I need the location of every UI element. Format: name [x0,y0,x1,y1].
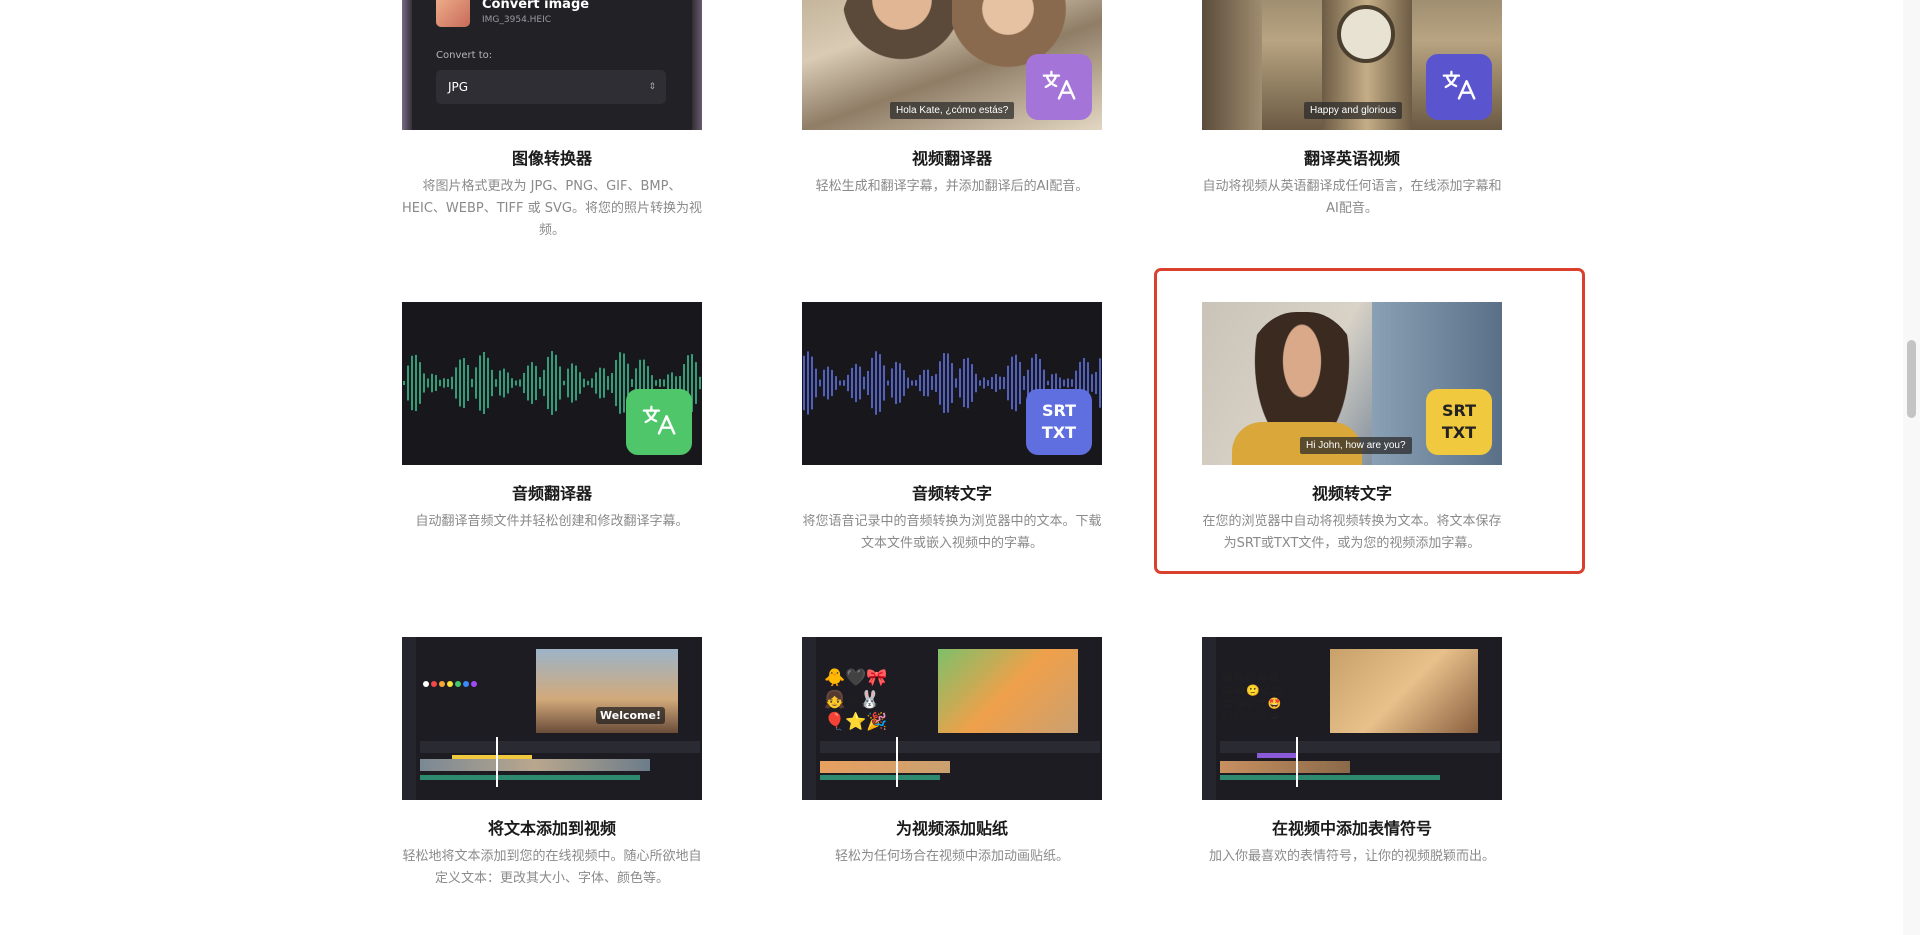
subtitle-caption: Hola Kate, ¿cómo estás? [890,102,1015,119]
card-title: 为视频添加贴纸 [895,819,1008,838]
translate-badge [626,389,692,455]
card-title: 将文本添加到视频 [487,819,616,838]
card-desc: 自动翻译音频文件并轻松创建和修改翻译字幕。 [415,514,689,529]
emoji-grid: 😀😃😄😁😆 😅😂🙂😉😊 😍😘😜😎🤩 😏😒😔😢😭 [1222,671,1283,723]
welcome-overlay: Welcome! [596,707,665,724]
emoji-editor-thumbnail: 😀😃😄😁😆 😅😂🙂😉😊 😍😘😜😎🤩 😏😒😔😢😭 [1202,637,1502,800]
translate-badge [1026,54,1092,120]
mock-filename: IMG_3954.HEIC [482,15,552,25]
badge-txt: TXT [1041,423,1077,442]
cat-preview [938,649,1078,733]
subtitle-caption: Happy and glorious [1304,102,1403,119]
audio-translator-thumbnail [402,302,702,465]
card-video-translator[interactable]: Hola Kate, ¿cómo estás? 视频翻译器 轻松生成和翻译字幕，… [802,0,1102,198]
translate-badge [1426,54,1492,120]
sticker-grid: 🐥🖤🎀 👧✌🐰 🎈⭐🎉 [824,668,888,732]
video-translator-thumbnail: Hola Kate, ¿cómo estás? [802,0,1102,130]
format-select: JPG ⇕ [436,70,666,104]
card-title: 在视频中添加表情符号 [1271,819,1432,838]
card-desc: 轻松地将文本添加到您的在线视频中。随心所欲地自定义文本：更改其大小、字体、颜色等… [402,849,702,886]
card-desc: 加入你最喜欢的表情符号，让你的视频脱颖而出。 [1208,849,1495,864]
card-desc: 自动将视频从英语翻译成任何语言，在线添加字幕和AI配音。 [1202,179,1502,216]
bridge-preview: Welcome! [536,649,678,733]
card-translate-english-video[interactable]: Happy and glorious 翻译英语视频 自动将视频从英语翻译成任何语… [1202,0,1502,220]
audio-to-text-thumbnail: SRT TXT [802,302,1102,465]
translate-icon [1042,70,1076,100]
card-audio-to-text[interactable]: SRT TXT 音频转文字 将您语音记录中的音频转换为浏览器中的文本。下载文本文… [802,302,1102,555]
scrollbar-thumb[interactable] [1907,340,1916,418]
card-desc: 轻松为任何场合在视频中添加动画贴纸。 [834,849,1069,864]
timeline-ruler [420,741,700,753]
card-add-emoji[interactable]: 😀😃😄😁😆 😅😂🙂😉😊 😍😘😜😎🤩 😏😒😔😢😭 在视频中添加表情符号 加入你最喜欢的表… [1202,637,1502,868]
clock-face [1337,5,1395,63]
scrollbar-track[interactable] [1903,0,1920,935]
color-palette [422,673,522,733]
photo-icon [436,0,470,27]
mock-heading: Convert image [482,0,590,12]
select-chevron-icon: ⇕ [648,82,656,92]
card-desc: 将您语音记录中的音频转换为浏览器中的文本。下载文本文件或嵌入视频中的字幕。 [802,514,1102,551]
card-title: 图像转换器 [511,149,592,168]
card-desc: 轻松生成和翻译字幕，并添加翻译后的AI配音。 [815,179,1089,194]
translate-icon [642,405,676,435]
selection-highlight [1154,268,1585,574]
text-editor-thumbnail: Welcome! [402,637,702,800]
woman-preview [1330,649,1478,733]
card-add-text-to-video[interactable]: Welcome! 将文本添加到视频 轻松地将文本添加到您的在线视频中。随心所欲地… [402,637,702,890]
card-audio-translator[interactable]: 音频翻译器 自动翻译音频文件并轻松创建和修改翻译字幕。 [402,302,702,533]
card-image-converter[interactable]: Convert image IMG_3954.HEIC Convert to: … [402,0,702,242]
timeline-clip [420,759,650,771]
mock-convert-label: Convert to: [436,50,493,61]
card-add-stickers[interactable]: 🐥🖤🎀 👧✌🐰 🎈⭐🎉 为视频添加贴纸 轻松为任何场合在视频中添加动画贴纸。 [802,637,1102,868]
audio-track [420,775,640,780]
srt-txt-badge: SRT TXT [1026,389,1092,455]
playhead [896,737,898,787]
playhead [496,737,498,787]
card-title: 音频翻译器 [511,484,592,503]
card-title: 翻译英语视频 [1303,149,1400,168]
big-ben-thumbnail: Happy and glorious [1202,0,1502,130]
card-title: 音频转文字 [911,484,992,503]
playhead [1296,737,1298,787]
card-title: 视频翻译器 [911,149,992,168]
people-photo [842,0,962,77]
translate-icon [1442,70,1476,100]
badge-srt: SRT [1041,401,1077,420]
card-desc: 将图片格式更改为 JPG、PNG、GIF、BMP、HEIC、WEBP、TIFF … [402,179,702,238]
image-converter-thumbnail: Convert image IMG_3954.HEIC Convert to: … [402,0,702,130]
sticker-editor-thumbnail: 🐥🖤🎀 👧✌🐰 🎈⭐🎉 [802,637,1102,800]
format-value: JPG [448,80,469,94]
